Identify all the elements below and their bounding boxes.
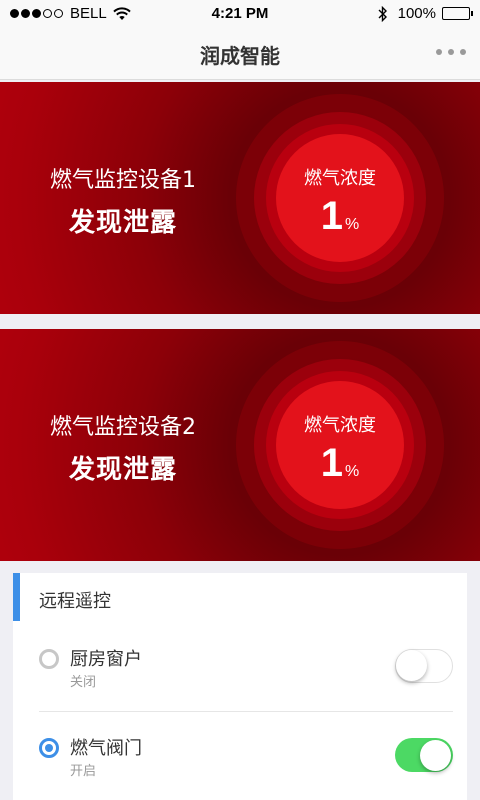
gauge-unit: % — [345, 463, 360, 480]
gauge-number: 1 — [320, 194, 343, 238]
battery-icon — [442, 7, 473, 20]
battery-percent: 100% — [397, 5, 436, 22]
section-title: 远程遥控 — [39, 591, 111, 612]
device-name: 燃气监控设备1 — [50, 168, 196, 193]
control-label: 燃气阀门 — [70, 738, 142, 759]
page-title: 润成智能 — [200, 44, 280, 68]
gas-alert-card-1[interactable]: 燃气监控设备1 发现泄露 燃气浓度 1% — [0, 82, 480, 314]
gauge-label: 燃气浓度 — [304, 168, 376, 189]
section-accent-bar — [13, 573, 20, 621]
more-dots-icon[interactable] — [436, 42, 466, 62]
gas-valve-toggle[interactable] — [395, 738, 453, 772]
leak-status: 发现泄露 — [68, 208, 177, 238]
gauge-value: 1% — [276, 441, 404, 486]
control-label: 厨房窗户 — [70, 649, 142, 670]
control-row-kitchen-window: 厨房窗户 关闭 — [13, 631, 467, 711]
control-row-gas-valve: 燃气阀门 开启 — [39, 711, 453, 791]
gauge-label: 燃气浓度 — [304, 415, 376, 436]
status-bar: BELL 4:21 PM 100% — [0, 0, 480, 28]
device-info: 燃气监控设备1 发现泄露 — [0, 162, 246, 239]
device-name: 燃气监控设备2 — [50, 415, 196, 440]
radio-indicator-icon[interactable] — [39, 738, 59, 758]
leak-status: 发现泄露 — [68, 455, 177, 485]
control-state-text: 开启 — [70, 764, 97, 779]
radio-indicator-icon[interactable] — [39, 649, 59, 669]
control-state-text: 关闭 — [70, 675, 97, 690]
gauge-value: 1% — [276, 194, 404, 239]
toggle-knob — [396, 650, 427, 681]
gauge-unit: % — [345, 216, 360, 233]
gas-concentration-gauge: 燃气浓度 1% — [276, 381, 404, 509]
nav-bar: 润成智能 — [0, 28, 480, 80]
status-right: 100% — [378, 5, 473, 22]
bluetooth-icon — [378, 5, 387, 22]
kitchen-window-toggle[interactable] — [395, 649, 453, 683]
device-info: 燃气监控设备2 发现泄露 — [0, 409, 246, 486]
gauge-number: 1 — [320, 441, 343, 485]
gas-concentration-gauge: 燃气浓度 1% — [276, 134, 404, 262]
panel-header: 远程遥控 — [13, 573, 467, 623]
remote-control-panel: 远程遥控 厨房窗户 关闭 燃气阀门 开启 — [13, 573, 467, 800]
toggle-knob — [420, 739, 451, 771]
gas-alert-card-2[interactable]: 燃气监控设备2 发现泄露 燃气浓度 1% — [0, 329, 480, 561]
